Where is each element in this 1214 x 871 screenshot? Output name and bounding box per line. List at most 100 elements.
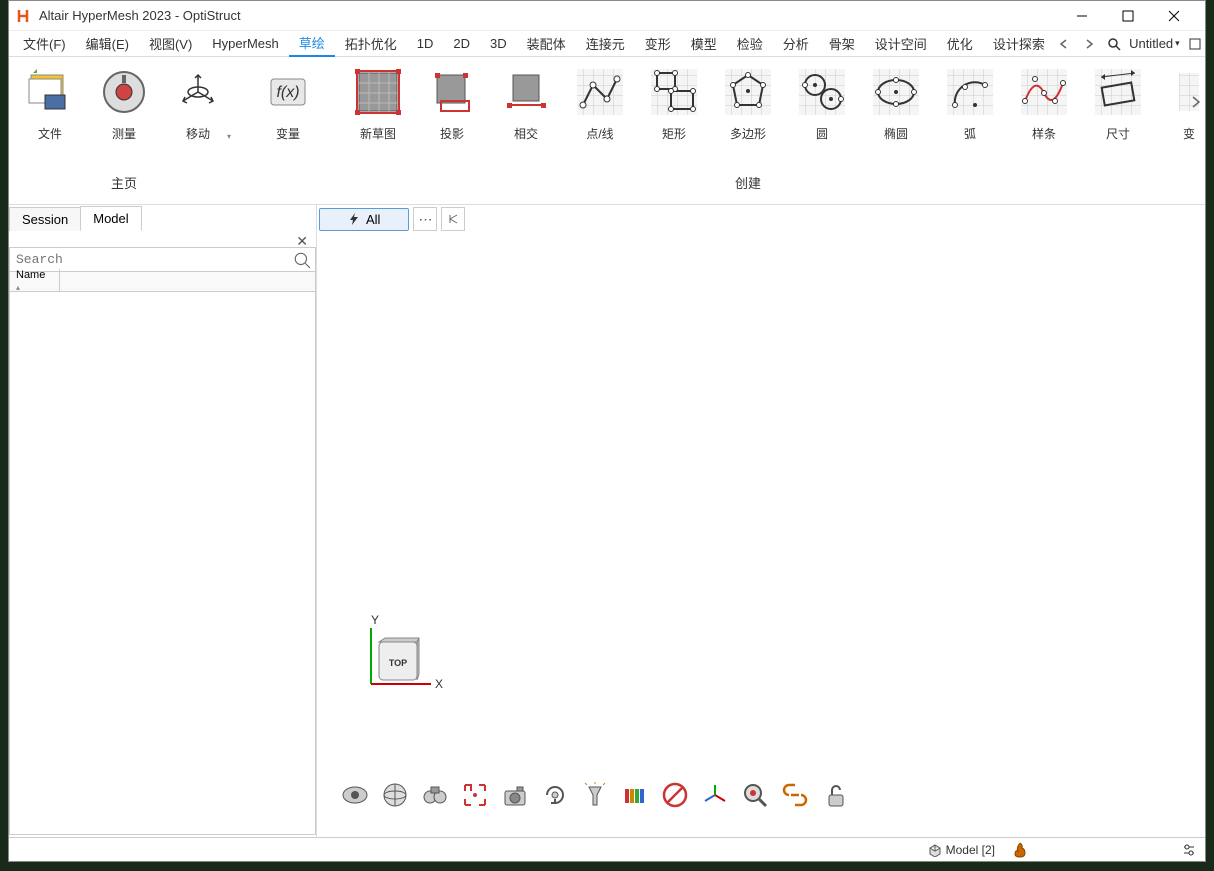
nav-next-button[interactable] [1080,33,1099,55]
viewport[interactable]: All ⋯ Y X TOP [317,205,1205,837]
menu-2d[interactable]: 2D [443,33,480,54]
search-icon[interactable] [293,251,311,269]
tool-dimension[interactable]: 尺寸 [1081,59,1155,169]
tool-label: 投影 [440,125,464,142]
menu-edit[interactable]: 编辑(E) [76,31,139,56]
menu-validate[interactable]: 检验 [727,31,773,56]
tool-intersect[interactable]: 相交 [489,59,563,169]
tab-model[interactable]: Model [80,206,141,231]
tool-label: 弧 [964,125,976,142]
arc-icon [943,65,997,119]
pointline-icon [573,65,627,119]
tool-measure[interactable]: 测量 [87,59,161,169]
tool-circle[interactable]: 圆 [785,59,859,169]
measure-icon [97,65,151,119]
menu-assembly[interactable]: 装配体 [517,31,576,56]
menubar: 文件(F) 编辑(E) 视图(V) HyperMesh 草绘 拓扑优化 1D 2… [9,31,1205,57]
menu-sketch[interactable]: 草绘 [289,30,335,57]
globe-icon[interactable] [381,781,409,809]
ribbon: 文件 测量 移动 主页 f(x) 变量 [9,57,1205,205]
menu-skeleton[interactable]: 骨架 [819,31,865,56]
import-icon[interactable] [1210,33,1214,55]
view-toolbar [341,781,849,809]
tool-spline[interactable]: 样条 [1007,59,1081,169]
menu-morph[interactable]: 变形 [635,31,681,56]
menu-1d[interactable]: 1D [407,33,444,54]
eye-icon[interactable] [341,781,369,809]
tool-project[interactable]: 投影 [415,59,489,169]
menu-designexplore[interactable]: 设计探索 [983,31,1055,56]
sketch-icon [351,65,405,119]
status-model[interactable]: Model [2] [928,843,995,857]
tool-move[interactable]: 移动 [161,59,235,169]
tool-label: 文件 [38,125,62,142]
camera-icon[interactable] [501,781,529,809]
menu-optimize[interactable]: 优化 [937,31,983,56]
tool-polygon[interactable]: 多边形 [711,59,785,169]
binoculars-icon[interactable] [421,781,449,809]
tool-new-sketch[interactable]: 新草图 [341,59,415,169]
axis-x-label: X [435,677,443,691]
tool-label: 点/线 [586,125,613,142]
new-window-icon[interactable] [1186,33,1205,55]
link-icon[interactable] [781,781,809,809]
left-panel: Session Model ✕ Name ▴ [9,205,317,837]
tool-label: 圆 [816,125,828,142]
menu-3d[interactable]: 3D [480,33,517,54]
search-input[interactable] [14,250,293,269]
ribbon-scroll-next[interactable] [1187,77,1205,127]
menu-connectors[interactable]: 连接元 [576,31,635,56]
tab-session[interactable]: Session [9,207,81,231]
menu-designspace[interactable]: 设计空间 [865,31,937,56]
column-name[interactable]: Name ▴ [10,269,60,294]
tree-header: Name ▴ [10,272,315,292]
unlock-icon[interactable] [821,781,849,809]
polygon-icon [721,65,775,119]
group-label: 主页 [111,169,137,200]
no-entry-icon[interactable] [661,781,689,809]
target-icon[interactable] [461,781,489,809]
settings-icon[interactable] [1181,842,1197,858]
file-icon [23,65,77,119]
circle-icon [795,65,849,119]
panel-close-button[interactable]: ✕ [296,233,308,250]
filter-all-button[interactable]: All [319,208,409,231]
tool-ellipse[interactable]: 椭圆 [859,59,933,169]
group-label: 创建 [735,169,761,200]
tool-point-line[interactable]: 点/线 [563,59,637,169]
axis-y-label: Y [371,614,379,627]
ribbon-group-var: f(x) 变量 [247,57,329,204]
rotate-icon[interactable] [541,781,569,809]
orientation-cube[interactable]: Y X TOP [361,614,451,709]
tree-area[interactable] [10,292,315,834]
filter-reset-button[interactable] [441,207,465,231]
palette-icon[interactable] [621,781,649,809]
tool-label: 测量 [112,125,136,142]
axis-icon[interactable] [701,781,729,809]
nav-prev-button[interactable] [1055,33,1074,55]
spline-icon [1017,65,1071,119]
fire-icon[interactable] [1011,841,1029,859]
tool-rectangle[interactable]: 矩形 [637,59,711,169]
search-icon[interactable] [1104,33,1123,55]
menu-analyze[interactable]: 分析 [773,31,819,56]
tool-label: 相交 [514,125,538,142]
tool-arc[interactable]: 弧 [933,59,1007,169]
flashlight-icon[interactable] [581,781,609,809]
menu-model[interactable]: 模型 [681,31,727,56]
svg-text:f(x): f(x) [276,84,299,101]
menu-topology[interactable]: 拓扑优化 [335,31,407,56]
menu-file[interactable]: 文件(F) [13,31,76,56]
tool-variable[interactable]: f(x) 变量 [251,59,325,173]
tool-file[interactable]: 文件 [13,59,87,169]
tool-label: 变量 [276,125,300,142]
tool-label: 移动 [186,125,210,142]
project-icon [425,65,479,119]
menu-view[interactable]: 视图(V) [139,31,202,56]
magnify-icon[interactable] [741,781,769,809]
document-dropdown[interactable]: Untitled▾ [1129,36,1180,51]
tool-label: 新草图 [360,125,396,142]
filter-more-button[interactable]: ⋯ [413,207,437,231]
menu-hypermesh[interactable]: HyperMesh [202,33,288,54]
window-title: Altair HyperMesh 2023 - OptiStruct [39,8,1059,23]
